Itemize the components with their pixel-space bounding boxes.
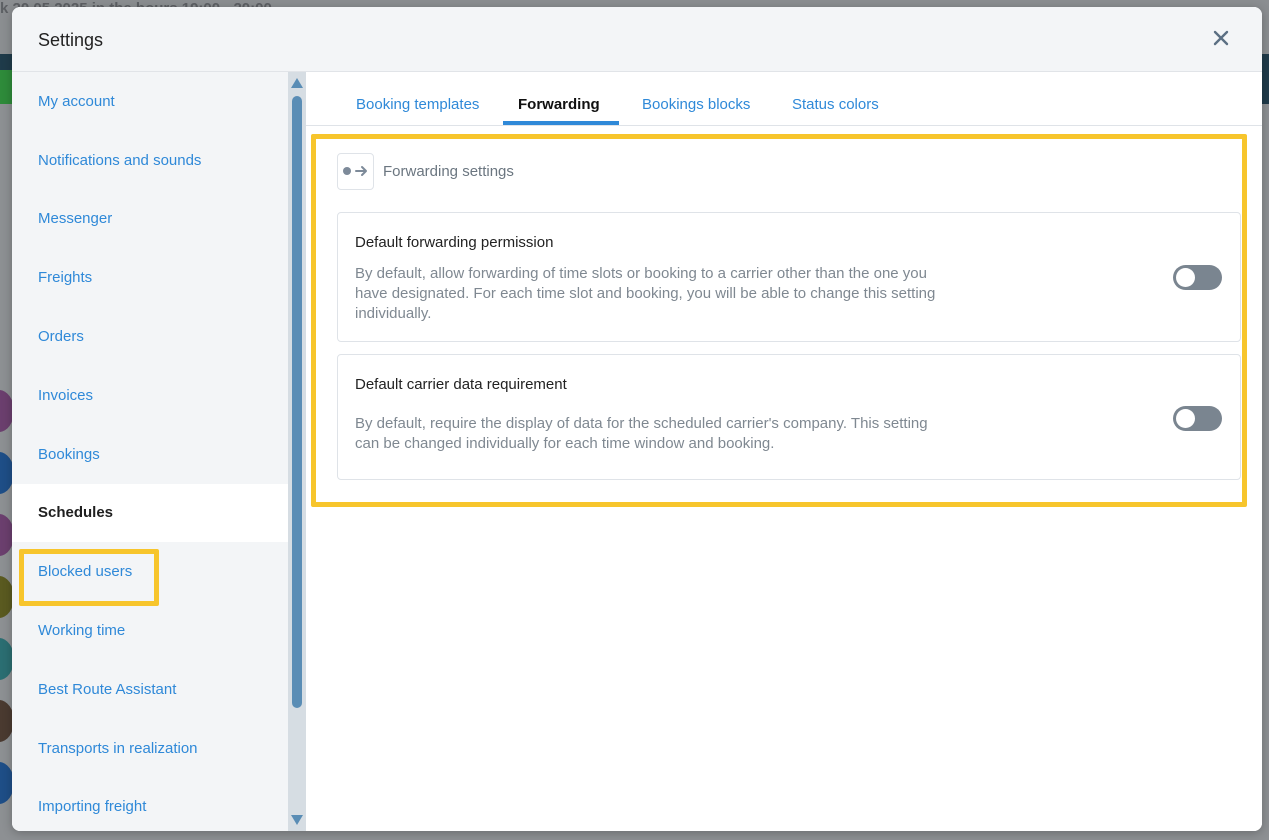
sidebar-item-label: Bookings [38,445,100,463]
scroll-up-icon[interactable] [291,78,303,88]
sidebar-item-working-time[interactable]: Working time [12,601,288,660]
toggle-knob [1176,409,1195,428]
tab-status-colors[interactable]: Status colors [792,96,879,113]
setting-description: By default, allow forwarding of time slo… [355,265,936,322]
sidebar-item-label: Notifications and sounds [38,151,202,169]
sidebar-item-label: Invoices [38,386,94,404]
sidebar-item-invoices[interactable]: Invoices [12,366,288,425]
sidebar-item-label: Best Route Assistant [38,680,177,698]
settings-modal: Settings My account Notifications and so… [12,7,1262,831]
sidebar-scrollbar[interactable] [288,72,306,831]
sidebar-item-schedules[interactable]: Schedules [12,483,288,543]
scrollbar-thumb[interactable] [292,96,302,708]
sidebar-item-label: My account [38,92,115,110]
close-button[interactable] [1208,23,1234,53]
modal-title: Settings [38,30,104,50]
sidebar-item-label: Importing freight [38,798,147,816]
sidebar-item-label: Working time [38,622,126,640]
setting-title: Default forwarding permission [355,234,554,251]
setting-description: By default, require the display of data … [355,415,928,452]
sidebar-item-messenger[interactable]: Messenger [12,190,288,249]
setting-card-carrier-data-requirement: Default carrier data requirement By defa… [337,354,1241,480]
sidebar-item-transports-in-realization[interactable]: Transports in realization [12,719,288,778]
tab-bookings-blocks[interactable]: Bookings blocks [642,96,750,113]
sidebar-item-my-account[interactable]: My account [12,72,288,131]
setting-title: Default carrier data requirement [355,376,567,393]
sidebar-item-label: Blocked users [38,563,133,581]
forwarding-settings-section: Forwarding settings Default forwarding p… [311,134,1247,507]
tab-booking-templates[interactable]: Booking templates [356,96,479,113]
sidebar-item-label: Orders [38,328,84,346]
sidebar-item-label: Transports in realization [38,739,198,757]
sidebar-item-label: Messenger [38,210,113,228]
sidebar-item-blocked-users[interactable]: Blocked users [12,542,288,601]
settings-content: Booking templates Forwarding Bookings bl… [306,72,1262,831]
sidebar-item-orders[interactable]: Orders [12,307,288,366]
sidebar-item-label: Schedules [38,504,114,522]
section-title: Forwarding settings [383,162,514,180]
tab-forwarding[interactable]: Forwarding [518,96,600,113]
toggle-knob [1176,268,1195,287]
sidebar-item-label: Freights [38,269,93,287]
sidebar-item-freights[interactable]: Freights [12,248,288,307]
close-icon [1213,30,1229,46]
carrier-data-requirement-toggle[interactable] [1173,406,1222,431]
active-tab-indicator [503,121,619,125]
scroll-down-icon[interactable] [291,815,303,825]
setting-card-forwarding-permission: Default forwarding permission By default… [337,212,1241,342]
forwarding-permission-toggle[interactable] [1173,265,1222,290]
settings-sidebar: My account Notifications and sounds Mess… [12,72,288,831]
sidebar-item-notifications[interactable]: Notifications and sounds [12,131,288,190]
sidebar-item-importing-freight[interactable]: Importing freight [12,778,288,831]
modal-header: Settings [12,7,1262,72]
forward-arrow-icon [337,152,374,190]
sidebar-item-best-route-assistant[interactable]: Best Route Assistant [12,660,288,719]
sidebar-item-bookings[interactable]: Bookings [12,425,288,484]
section-header: Forwarding settings [337,152,514,190]
settings-tabs: Booking templates Forwarding Bookings bl… [306,72,1262,126]
